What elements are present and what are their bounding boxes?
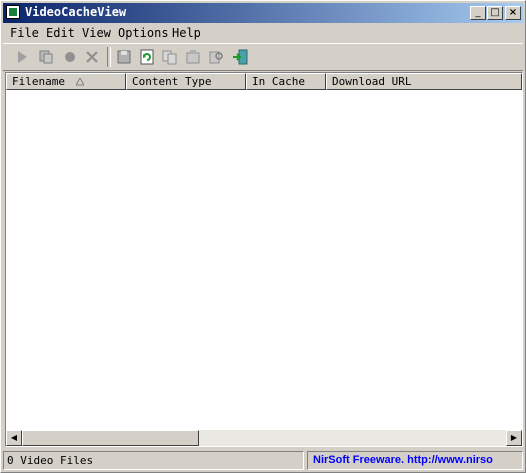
status-bar: 0 Video Files NirSoft Freeware. http://w… <box>3 451 523 470</box>
exit-icon[interactable] <box>231 48 249 66</box>
menu-help[interactable]: Help <box>172 26 201 40</box>
status-file-count: 0 Video Files <box>3 451 304 470</box>
toolbar <box>3 43 523 71</box>
title-bar[interactable]: VideoCacheView _ □ × <box>3 3 523 23</box>
horizontal-scrollbar[interactable]: ◀ ▶ <box>6 430 522 446</box>
column-download-url-label: Download URL <box>332 75 412 88</box>
column-content-type-label: Content Type <box>132 75 212 88</box>
scroll-right-button[interactable]: ▶ <box>506 430 522 446</box>
refresh-icon[interactable] <box>138 48 156 66</box>
app-icon <box>6 5 20 19</box>
save-icon[interactable] <box>115 48 133 66</box>
properties-icon[interactable] <box>184 48 202 66</box>
minimize-button[interactable]: _ <box>470 6 486 20</box>
column-filename[interactable]: Filename <box>6 73 126 90</box>
play-icon[interactable] <box>13 48 31 66</box>
copy-files-icon[interactable] <box>37 48 55 66</box>
column-download-url[interactable]: Download URL <box>326 73 522 90</box>
menu-bar: File Edit View Options Help <box>3 24 523 42</box>
toolbar-separator <box>107 47 111 67</box>
menu-options[interactable]: Options <box>118 26 169 40</box>
nirsoft-link[interactable]: NirSoft Freeware. http://www.nirso <box>307 451 523 470</box>
maximize-button[interactable]: □ <box>487 6 503 20</box>
column-in-cache-label: In Cache <box>252 75 305 88</box>
scroll-left-button[interactable]: ◀ <box>6 430 22 446</box>
copy-icon[interactable] <box>161 48 179 66</box>
window-title: VideoCacheView <box>25 5 127 19</box>
file-list[interactable]: Filename Content Type In Cache Download … <box>5 72 523 447</box>
app-window: VideoCacheView _ □ × File Edit View Opti… <box>0 0 526 473</box>
scroll-thumb[interactable] <box>22 430 199 446</box>
menu-view[interactable]: View <box>82 26 111 40</box>
find-icon[interactable] <box>207 48 225 66</box>
delete-icon[interactable] <box>83 48 101 66</box>
column-in-cache[interactable]: In Cache <box>246 73 326 90</box>
menu-edit[interactable]: Edit <box>46 26 75 40</box>
sort-ascending-icon <box>76 78 84 86</box>
column-content-type[interactable]: Content Type <box>126 73 246 90</box>
record-icon[interactable] <box>61 48 79 66</box>
column-filename-label: Filename <box>12 75 65 88</box>
close-button[interactable]: × <box>505 6 521 20</box>
menu-file[interactable]: File <box>10 26 39 40</box>
